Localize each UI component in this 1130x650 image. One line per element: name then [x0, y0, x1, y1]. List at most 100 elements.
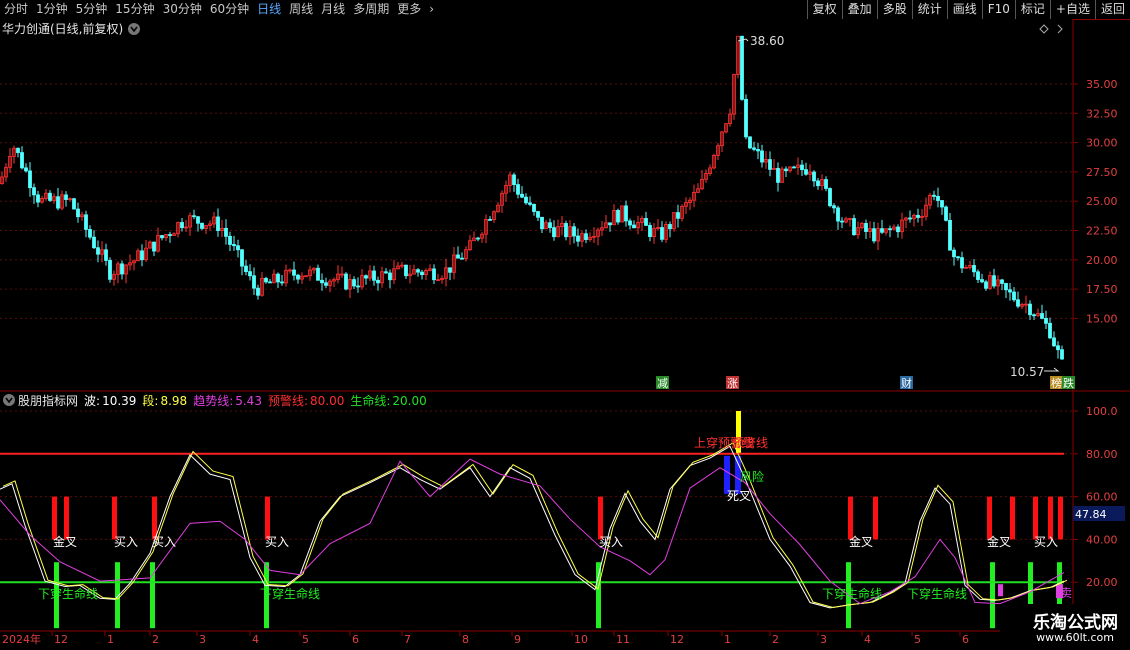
- toolbar-button-5[interactable]: F10: [981, 0, 1015, 19]
- candle-body: [180, 222, 184, 229]
- candle-body: [852, 218, 856, 236]
- legend-value: 20.00: [392, 394, 426, 408]
- timeframe-2[interactable]: 5分钟: [72, 0, 112, 19]
- signal-bar-red: [598, 496, 603, 540]
- x-tick-label: 9: [514, 633, 521, 646]
- candle-body: [564, 223, 568, 238]
- candle-body: [488, 219, 492, 221]
- y-tick-label: 60.00: [1086, 491, 1118, 504]
- toolbar-button-4[interactable]: 画线: [946, 0, 982, 19]
- high-label: 38.60: [750, 34, 784, 48]
- timeframe-8[interactable]: 月线: [317, 0, 349, 19]
- right-toolbar: 复权 叠加 多股 统计 画线 F10 标记 +自选 返回: [806, 0, 1130, 19]
- candle-body: [756, 148, 760, 152]
- toolbar-button-0[interactable]: 复权: [806, 0, 842, 19]
- signal-bar-red: [1033, 496, 1038, 540]
- y-tick-label: 30.00: [1086, 137, 1118, 150]
- candle-body: [932, 194, 936, 197]
- x-tick-label: 8: [462, 633, 469, 646]
- candle-body: [216, 216, 220, 231]
- timeframe-5[interactable]: 60分钟: [206, 0, 253, 19]
- timeframe-9[interactable]: 多周期: [349, 0, 393, 19]
- timeframe-0[interactable]: 分时: [0, 0, 32, 19]
- candle-body: [816, 180, 820, 187]
- y-tick-label: 32.50: [1086, 107, 1118, 120]
- indicator-grid: [0, 410, 1073, 583]
- signal-label: 金叉: [987, 534, 1011, 549]
- toolbar-button-1[interactable]: 叠加: [841, 0, 877, 19]
- timeframe-6[interactable]: 日线: [253, 0, 285, 19]
- chevron-right-icon[interactable]: ›: [425, 0, 438, 19]
- candle-body: [84, 214, 88, 230]
- candle-body: [956, 256, 960, 259]
- candle-body: [648, 225, 652, 237]
- candle-body: [168, 234, 172, 236]
- cross-down-label: 下穿生命线: [822, 586, 882, 601]
- candle-body: [248, 271, 252, 277]
- toolbar-button-3[interactable]: 统计: [911, 0, 947, 19]
- signal-bar-magenta: [998, 584, 1003, 597]
- event-tag-label: 跌: [1063, 376, 1074, 390]
- y-tick-label: 80.00: [1086, 448, 1118, 461]
- candle-body: [88, 228, 92, 238]
- more-button[interactable]: 更多: [393, 0, 425, 19]
- candle-body: [252, 275, 256, 289]
- candle-body: [512, 174, 516, 185]
- candle-body: [404, 264, 408, 277]
- timeframe-3[interactable]: 15分钟: [111, 0, 158, 19]
- signal-bar-red: [64, 496, 69, 540]
- candle-body: [384, 271, 388, 274]
- candle-body: [752, 147, 756, 150]
- candle-body: [624, 205, 628, 222]
- toolbar-button-7[interactable]: +自选: [1049, 0, 1095, 19]
- legend-label: 段:: [142, 393, 158, 408]
- candle-body: [1008, 289, 1012, 293]
- toolbar-button-6[interactable]: 标记: [1014, 0, 1050, 19]
- candle-body: [120, 263, 124, 275]
- cross-down-label: 下穿生命线: [907, 586, 967, 601]
- candle-body: [516, 184, 520, 195]
- candle-body: [1016, 299, 1020, 307]
- cross-down-label: 下穿生命线: [38, 586, 98, 601]
- timeframe-4[interactable]: 30分钟: [159, 0, 206, 19]
- x-tick-label: 2: [152, 633, 159, 646]
- candle-body: [944, 206, 948, 221]
- candle-body: [828, 188, 832, 207]
- candle-body: [616, 209, 620, 223]
- x-tick-label: 4: [864, 633, 871, 646]
- timeframe-7[interactable]: 周线: [285, 0, 317, 19]
- candle-body: [276, 273, 280, 283]
- candle-body: [768, 159, 772, 170]
- x-tick-label: 6: [962, 633, 969, 646]
- candle-body: [824, 179, 828, 189]
- candle-body: [888, 228, 892, 231]
- chevron-down-icon[interactable]: [128, 23, 140, 35]
- legend-label: 预警线:: [268, 393, 308, 408]
- candle-body: [1056, 345, 1060, 351]
- current-value: 47.84: [1075, 508, 1107, 521]
- signal-bar-red: [152, 496, 157, 540]
- timeframe-1[interactable]: 1分钟: [32, 0, 72, 19]
- toolbar-button-2[interactable]: 多股: [876, 0, 912, 19]
- toolbar-button-8[interactable]: 返回: [1094, 0, 1130, 19]
- signal-bar-red: [1058, 496, 1063, 540]
- x-tick-label: 11: [616, 633, 630, 646]
- candle-body: [432, 268, 436, 281]
- candle-body: [896, 226, 900, 233]
- candle-body: [608, 222, 612, 226]
- candle-body: [448, 267, 452, 273]
- site-watermark: 乐淘公式网 www.60lt.com: [1000, 604, 1130, 650]
- candle-body: [812, 171, 816, 182]
- candle-body: [1000, 279, 1004, 284]
- low-label: 10.57: [1010, 365, 1044, 379]
- chevron-down-icon[interactable]: [3, 394, 15, 406]
- candle-body: [972, 265, 976, 273]
- signal-bar-red: [1010, 496, 1015, 540]
- candle-body: [916, 214, 920, 218]
- candle-body: [576, 235, 580, 242]
- indicator-lines: [0, 442, 1068, 609]
- candle-body: [948, 219, 952, 251]
- y-tick-label: 35.00: [1086, 78, 1118, 91]
- risk-label: 风险: [740, 469, 764, 484]
- y-tick-label: 20.00: [1086, 576, 1118, 589]
